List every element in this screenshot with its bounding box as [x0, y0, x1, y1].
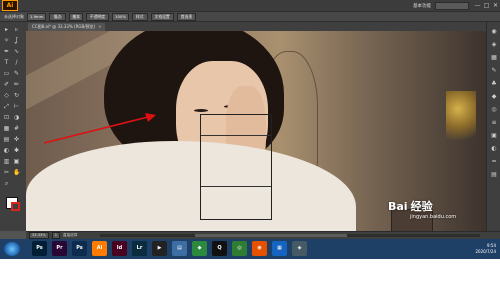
watermark-brand-bai: Bai: [388, 200, 408, 213]
perspective-tool-icon[interactable]: ▦: [3, 125, 10, 132]
system-tray: 9:54 2020/7/24: [446, 241, 498, 257]
taskbar-explorer-icon[interactable]: ▦: [272, 241, 287, 256]
right-panel-dock: ◉ ◈ ▦ ✎ ♣ ◆ ◎ ≡ ▣ ◐ ═ ▤: [486, 22, 500, 231]
close-icon[interactable]: ✕: [491, 2, 500, 9]
slice-tool-icon[interactable]: ✂: [3, 169, 10, 176]
stroke-icon[interactable]: ═: [490, 158, 498, 166]
stroke-color-swatch[interactable]: [11, 202, 20, 211]
pen-tool-icon[interactable]: ✒: [3, 48, 10, 55]
baidu-jingyan-watermark: Bai 经验 jingyan.baidu.com: [388, 198, 486, 231]
menu-bar: Ai 基本功能 — □ ✕: [0, 0, 500, 11]
taskbar-indesign-icon[interactable]: Id: [112, 241, 127, 256]
artboard-tool-icon[interactable]: ▣: [13, 158, 20, 165]
taskbar-folder-icon[interactable]: ▤: [172, 241, 187, 256]
magic-wand-tool-icon[interactable]: ✧: [3, 37, 10, 44]
shaper-tool-icon[interactable]: ✐: [3, 81, 10, 88]
line-tool-icon[interactable]: /: [13, 59, 20, 66]
windows-taskbar: 9:54 2020/7/24 Ps Pr Ps Ai Id Lr ▶ ▤ ◆ Q ◎ ◉ ▦ ◈: [0, 239, 500, 259]
scrollbar-thumb[interactable]: [195, 234, 348, 237]
transparency-icon[interactable]: ◐: [490, 145, 498, 153]
direct-selection-tool-icon[interactable]: ▹: [13, 26, 20, 33]
swatches-icon[interactable]: ▦: [490, 54, 498, 62]
control-text-0: 未选择对象: [4, 13, 24, 19]
maximize-icon[interactable]: □: [482, 2, 491, 9]
taskbar-photoshop-2-icon[interactable]: Ps: [72, 241, 87, 256]
free-transform-tool-icon[interactable]: ⊡: [3, 114, 10, 121]
document-tab[interactable]: CC图8.ai* @ 33.33% (RGB/预览) ✕: [28, 23, 106, 31]
help-search-input[interactable]: [435, 1, 469, 10]
rectangle-tool-icon[interactable]: ▭: [3, 70, 10, 77]
pencil-tool-icon[interactable]: ✏: [13, 81, 20, 88]
color-icon[interactable]: ◉: [490, 28, 498, 36]
graphic-styles-icon[interactable]: ◆: [490, 93, 498, 101]
eraser-tool-icon[interactable]: ◇: [3, 92, 10, 99]
taskbar-firefox-icon[interactable]: ◉: [252, 241, 267, 256]
column-graph-tool-icon[interactable]: ▥: [3, 158, 10, 165]
control-button-7[interactable]: 文档设置: [150, 12, 174, 21]
brushes-icon[interactable]: ✎: [490, 67, 498, 75]
taskbar-app-misc-icon[interactable]: ◈: [292, 241, 307, 256]
minimize-icon[interactable]: —: [473, 2, 482, 9]
zoom-level-field[interactable]: 33.33%: [29, 232, 49, 239]
taskbar-app-green-icon[interactable]: ◆: [192, 241, 207, 256]
watermark-brand-jingyan: 经验: [410, 200, 433, 213]
artboards-icon[interactable]: ▣: [490, 132, 498, 140]
width-tool-icon[interactable]: ⊢: [13, 103, 20, 110]
control-field-3[interactable]: 基本: [69, 12, 83, 21]
taskbar-premiere-icon[interactable]: Pr: [52, 241, 67, 256]
document-close-icon[interactable]: ✕: [98, 24, 101, 29]
gradient-icon[interactable]: ▤: [490, 171, 498, 179]
watermark-brand: Bai 经验: [388, 198, 433, 214]
taskbar-media-player-icon[interactable]: ▶: [152, 241, 167, 256]
clock-time: 9:54: [487, 243, 496, 248]
color-guide-icon[interactable]: ◈: [490, 41, 498, 49]
eyedropper-tool-icon[interactable]: ✜: [13, 136, 20, 143]
layers-icon[interactable]: ≡: [490, 119, 498, 127]
page-footer-strip: [0, 259, 500, 281]
blend-tool-icon[interactable]: ◐: [3, 147, 10, 154]
taskbar-qq-icon[interactable]: Q: [212, 241, 227, 256]
control-field-1[interactable]: 1.9mm: [27, 12, 47, 21]
start-button[interactable]: [4, 242, 20, 256]
taskbar-illustrator-icon[interactable]: Ai: [92, 241, 107, 256]
taskbar-photoshop-icon[interactable]: Ps: [32, 241, 47, 256]
horizontal-scrollbar[interactable]: [100, 234, 480, 237]
gradient-tool-icon[interactable]: ▤: [3, 136, 10, 143]
hand-tool-icon[interactable]: ✋: [13, 169, 20, 176]
control-button-4[interactable]: 不透明度: [85, 12, 110, 21]
type-tool-icon[interactable]: T: [3, 59, 10, 66]
zoom-tool-icon[interactable]: ⌕: [3, 180, 10, 187]
control-button-6[interactable]: 样式: [131, 12, 148, 21]
shape-builder-tool-icon[interactable]: ◑: [13, 114, 20, 121]
tool-status-text: 直接选择: [63, 233, 78, 237]
symbol-sprayer-tool-icon[interactable]: ✱: [13, 147, 20, 154]
control-field-5[interactable]: 100%: [112, 12, 129, 21]
workspace-switcher[interactable]: 基本功能: [413, 3, 431, 9]
curvature-tool-icon[interactable]: ∿: [13, 48, 20, 55]
control-button-8[interactable]: 首选项: [176, 12, 197, 21]
document-tab-label: CC图8.ai* @ 33.33% (RGB/预览): [32, 24, 96, 29]
taskbar-lightroom-icon[interactable]: Lr: [132, 241, 147, 256]
paintbrush-tool-icon[interactable]: ✎: [13, 70, 20, 77]
illustrator-logo: Ai: [2, 0, 18, 11]
selection-tool-icon[interactable]: ▸: [3, 26, 10, 33]
control-button-2[interactable]: 描边:: [49, 12, 67, 21]
control-bar: 未选择对象 1.9mm 描边: 基本 不透明度 100% 样式 文档设置 首选项: [0, 11, 500, 22]
status-bar: 33.33% 1 直接选择: [26, 231, 500, 239]
artboard-number-field[interactable]: 1: [51, 232, 60, 239]
taskbar-chrome-icon[interactable]: ◎: [232, 241, 247, 256]
appearance-icon[interactable]: ◎: [490, 106, 498, 114]
rotate-tool-icon[interactable]: ↻: [13, 92, 20, 99]
mesh-tool-icon[interactable]: #: [13, 125, 20, 132]
watermark-url: jingyan.baidu.com: [410, 214, 457, 220]
lasso-tool-icon[interactable]: ʆ: [13, 37, 20, 44]
clock-date: 2020/7/24: [475, 249, 496, 254]
tools-panel: ▸ ▹ ✧ ʆ ✒ ∿ T / ▭ ✎ ✐ ✏ ◇ ↻ ⤢ ⊢ ⊡ ◑ ▦ # ▤ ✜ ◐ ✱ ▥ ▣ ✂ ✋ ⌕: [0, 22, 27, 231]
scale-tool-icon[interactable]: ⤢: [3, 103, 10, 110]
symbols-icon[interactable]: ♣: [490, 80, 498, 88]
